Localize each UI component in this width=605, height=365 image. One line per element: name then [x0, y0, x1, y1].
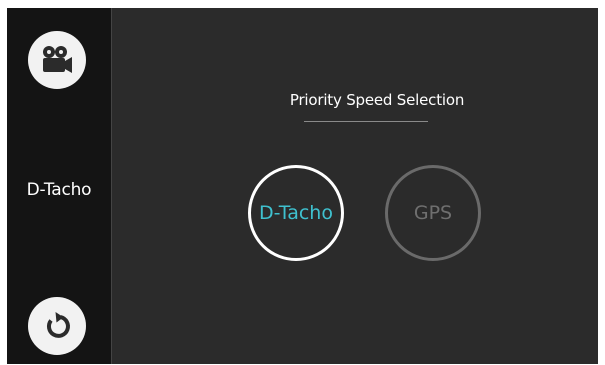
reset-button[interactable] — [28, 297, 86, 355]
title-divider — [304, 121, 428, 122]
option-gps-button[interactable]: GPS — [385, 165, 481, 261]
camera-button[interactable] — [28, 31, 86, 89]
option-dtacho-label: D-Tacho — [259, 202, 333, 224]
current-mode-label: D-Tacho — [26, 180, 92, 200]
video-camera-icon — [43, 46, 72, 73]
page-title: Priority Speed Selection — [289, 91, 465, 109]
option-gps-label: GPS — [413, 202, 453, 224]
sidebar-divider — [111, 8, 112, 364]
option-dtacho-button[interactable]: D-Tacho — [248, 165, 344, 261]
sidebar: D-Tacho — [7, 8, 111, 364]
rotate-icon — [47, 312, 70, 338]
speed-selection-screen: D-Tacho Priority Speed Selection D-Tacho… — [7, 8, 598, 364]
